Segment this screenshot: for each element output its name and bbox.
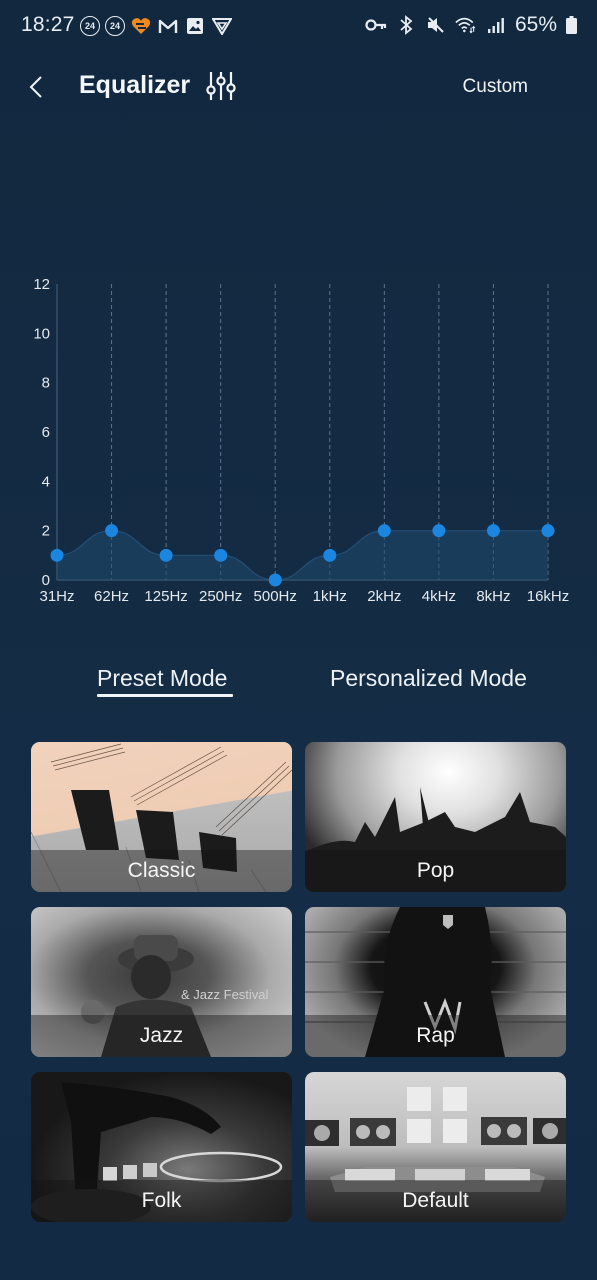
preset-card-jazz[interactable]: & Jazz Festival Jazz: [31, 907, 292, 1057]
preset-card-default[interactable]: Default: [305, 1072, 566, 1222]
equalizer-sliders-icon: [206, 72, 236, 100]
preset-label-bar: Classic: [31, 850, 292, 892]
preset-label-bar: Rap: [305, 1015, 566, 1057]
status-time: 18:27: [21, 13, 75, 36]
preset-card-folk[interactable]: Folk: [31, 1072, 292, 1222]
preset-label-bar: Pop: [305, 850, 566, 892]
eq-band-point-500hz[interactable]: [268, 573, 282, 587]
y-tick-label: 2: [42, 523, 50, 540]
preset-card-classic[interactable]: Classic: [31, 742, 292, 892]
active-tab-indicator: [97, 694, 233, 697]
x-tick-label: 1kHz: [313, 588, 347, 605]
eq-band-point-8khz[interactable]: [486, 524, 500, 538]
y-tick-label: 0: [42, 572, 50, 589]
vpn-shield-icon: [211, 15, 233, 37]
eq-band-point-4khz[interactable]: [432, 524, 446, 538]
y-tick-label: 4: [42, 473, 50, 490]
x-tick-label: 31Hz: [39, 588, 74, 605]
system-icons: 65%: [365, 13, 577, 37]
x-tick-label: 500Hz: [254, 588, 297, 605]
eq-band-point-31hz[interactable]: [50, 548, 64, 562]
x-tick-label: 62Hz: [94, 588, 129, 605]
preset-label: Pop: [416, 859, 455, 882]
preset-label-bar: Folk: [31, 1180, 292, 1222]
eq-band-point-2khz[interactable]: [377, 524, 391, 538]
x-tick-label: 125Hz: [144, 588, 187, 605]
key-icon: [365, 14, 387, 36]
y-tick-label: 12: [33, 276, 50, 293]
gmail-icon: [157, 15, 179, 37]
status-bar: 18:27 24 24 65%: [0, 0, 597, 54]
eq-band-point-62hz[interactable]: [105, 524, 119, 538]
equalizer-settings-button[interactable]: [203, 68, 239, 104]
x-tick-label: 2kHz: [367, 588, 401, 605]
eq-band-point-125hz[interactable]: [159, 548, 173, 562]
wifi-icon: [455, 14, 477, 36]
preset-grid: Classic Pop & Jazz Festival Jazz Rap Fol…: [31, 742, 566, 1222]
eq-band-point-16khz[interactable]: [541, 524, 555, 538]
tab-preset-mode[interactable]: Preset Mode: [97, 665, 227, 692]
orange-app-icon: [130, 15, 152, 37]
notification-24-icon: 24: [105, 16, 125, 36]
notification-icons: 24 24: [80, 15, 233, 37]
mode-tabs: Preset Mode Personalized Mode: [0, 660, 597, 705]
y-tick-label: 8: [42, 375, 50, 392]
page-title: Equalizer: [79, 71, 191, 99]
equalizer-screen: 18:27 24 24 65% Equalizer Custom 0 2 4 6…: [0, 0, 597, 1280]
preset-label-bar: Default: [305, 1180, 566, 1222]
preset-label-bar: Jazz: [31, 1015, 292, 1057]
x-tick-label: 16kHz: [527, 588, 570, 605]
chevron-left-icon: [29, 76, 42, 98]
preset-label: Classic: [127, 859, 196, 882]
custom-button[interactable]: Custom: [463, 76, 528, 98]
preset-label: Rap: [416, 1024, 455, 1047]
eq-band-point-1khz[interactable]: [323, 548, 337, 562]
back-button[interactable]: [22, 70, 50, 104]
app-header: Equalizer Custom: [0, 56, 597, 118]
x-tick-label: 4kHz: [422, 588, 456, 605]
tab-personalized-mode[interactable]: Personalized Mode: [330, 665, 527, 692]
signal-icon: [485, 14, 507, 36]
x-tick-label: 250Hz: [199, 588, 242, 605]
battery-icon: [565, 14, 577, 36]
equalizer-chart[interactable]: 0 2 4 6 8 10 12 31Hz 62Hz 125Hz 250Hz 500Hz 1kHz 2kHz…: [0, 270, 597, 610]
preset-card-rap[interactable]: Rap: [305, 907, 566, 1057]
y-tick-label: 6: [42, 424, 50, 441]
preset-label: Default: [402, 1189, 469, 1212]
notification-24-icon: 24: [80, 16, 100, 36]
preset-label: Jazz: [139, 1024, 184, 1047]
y-tick-label: 10: [33, 325, 50, 342]
eq-area-fill: [57, 530, 548, 580]
preset-card-pop[interactable]: Pop: [305, 742, 566, 892]
gallery-icon: [184, 15, 206, 37]
eq-band-point-250hz[interactable]: [214, 548, 228, 562]
svg-text:& Jazz Festival: & Jazz Festival: [181, 987, 269, 1002]
battery-percent: 65%: [514, 13, 557, 36]
mute-icon: [425, 14, 447, 36]
x-tick-label: 8kHz: [476, 588, 510, 605]
preset-label: Folk: [141, 1189, 182, 1212]
bluetooth-icon: [395, 14, 417, 36]
equalizer-chart-svg: 0 2 4 6 8 10 12 31Hz 62Hz 125Hz 250Hz 500Hz 1kHz 2kHz…: [33, 276, 570, 605]
